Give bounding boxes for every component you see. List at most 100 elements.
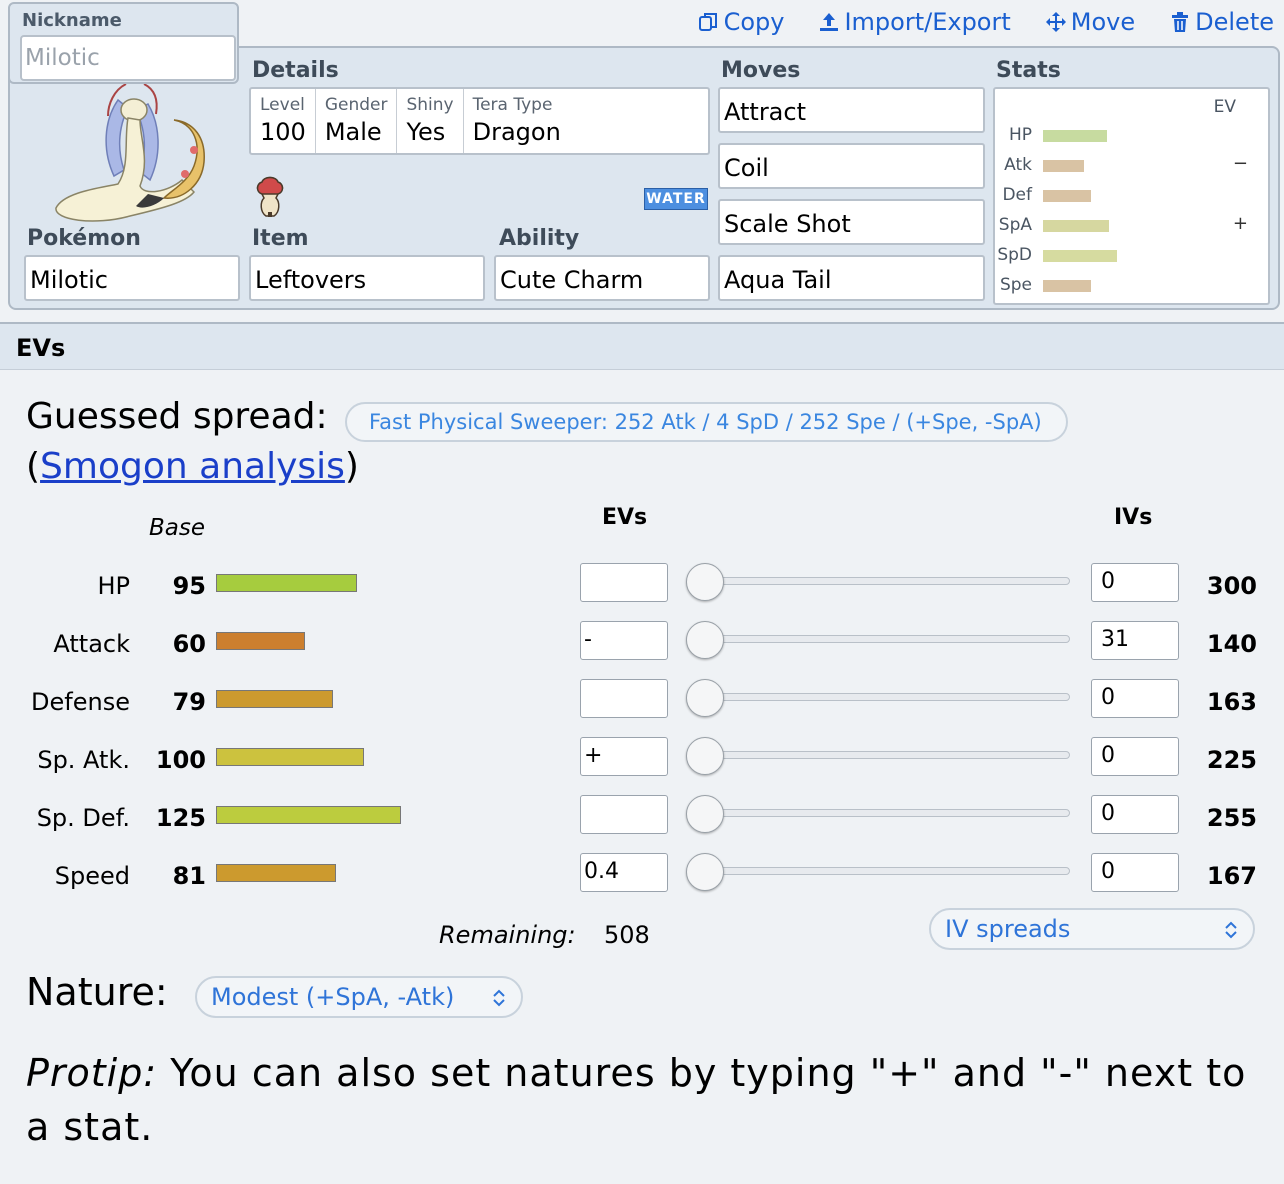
ev-slider-track-spdef[interactable] [690, 809, 1070, 817]
paren-close: ) [344, 446, 359, 487]
ev-slider-track-hp[interactable] [690, 577, 1070, 585]
nickname-label: Nickname [22, 10, 122, 31]
ev-input-spdef[interactable] [580, 795, 668, 834]
select-chevron-icon [1225, 921, 1237, 939]
nature-select[interactable]: Modest (+SpA, -Atk) [195, 976, 523, 1018]
stat-total-hp: 300 [1206, 572, 1257, 600]
stat-bar [1043, 130, 1107, 142]
details-label: Details [252, 58, 339, 83]
delete-button[interactable]: Delete [1169, 8, 1274, 36]
nature-mark: + [1232, 213, 1248, 234]
ev-input-spatk[interactable]: + [580, 737, 668, 776]
evs-section-title: EVs [16, 334, 66, 362]
ev-slider-track-defense[interactable] [690, 693, 1070, 701]
iv-input-defense[interactable]: 0 [1091, 679, 1179, 718]
ev-slider-thumb-spdef[interactable] [686, 795, 724, 833]
protip-text: Protip: You can also set natures by typi… [26, 1046, 1266, 1154]
evs-column-header: EVs [602, 505, 648, 530]
base-stat-bar [216, 864, 336, 882]
stat-name: SpA [998, 215, 1032, 235]
stat-name: HP [1008, 125, 1032, 145]
iv-input-speed[interactable]: 0 [1091, 853, 1179, 892]
ev-slider-thumb-defense[interactable] [686, 679, 724, 717]
ev-slider-thumb-hp[interactable] [686, 563, 724, 601]
ev-input-hp[interactable] [580, 563, 668, 602]
stat-name: Attack [53, 630, 130, 658]
stats-row-spa: SpA + [995, 213, 1268, 237]
base-stat-value: 125 [155, 804, 206, 832]
moves-label: Moves [721, 58, 801, 83]
milotic-sprite[interactable] [44, 80, 214, 230]
iv-spreads-select[interactable]: IV spreads [929, 908, 1255, 950]
set-toolbar: Copy Import/Export Move Delete [698, 8, 1274, 36]
tera-value: Dragon [472, 118, 561, 146]
base-stat-bar [216, 806, 401, 824]
ev-slider-track-spatk[interactable] [690, 751, 1070, 759]
type-badge-water: WATER [644, 188, 708, 210]
guessed-spread-button[interactable]: Fast Physical Sweeper: 252 Atk / 4 SpD /… [345, 402, 1068, 442]
copy-button[interactable]: Copy [698, 8, 784, 36]
move-2-input[interactable]: Coil [718, 143, 985, 189]
nature-label: Nature: [26, 970, 168, 1014]
stat-name: Atk [1004, 155, 1032, 175]
stat-name: SpD [997, 245, 1032, 265]
shiny-col: Shiny Yes [397, 89, 464, 153]
gender-value: Male [324, 118, 382, 146]
move-4-input[interactable]: Aqua Tail [718, 255, 985, 301]
tera-col: Tera Type Dragon [464, 89, 570, 153]
stat-total-speed: 167 [1206, 862, 1257, 890]
ev-slider-thumb-attack[interactable] [686, 621, 724, 659]
stat-name: Spe [999, 275, 1032, 295]
ev-slider-thumb-speed[interactable] [686, 853, 724, 891]
stat-bar [1043, 160, 1084, 172]
stats-row-atk: Atk − [995, 153, 1268, 177]
ability-input[interactable]: Cute Charm [494, 255, 710, 301]
move-1-input[interactable]: Attract [718, 87, 985, 133]
ev-input-attack[interactable]: - [580, 621, 668, 660]
base-stat-value: 79 [172, 688, 206, 716]
copy-icon [698, 13, 717, 31]
stats-summary-button[interactable]: EV HP Atk − Def SpA + SpD Spe [993, 87, 1270, 305]
trash-icon [1172, 12, 1189, 32]
stat-bar [1043, 190, 1091, 202]
ev-slider-track-speed[interactable] [690, 867, 1070, 875]
stat-name: HP [97, 572, 130, 600]
ev-input-speed[interactable]: 0.4 [580, 853, 668, 892]
nickname-input[interactable]: Milotic [20, 35, 236, 81]
upload-icon [820, 13, 839, 31]
smogon-analysis-link[interactable]: Smogon analysis [40, 446, 345, 487]
level-label: Level [260, 95, 305, 115]
stats-row-spe: Spe [995, 273, 1268, 297]
base-stat-value: 95 [172, 572, 206, 600]
stats-row-def: Def [995, 183, 1268, 207]
nature-value: Modest (+SpA, -Atk) [211, 983, 455, 1011]
shiny-label: Shiny [406, 95, 454, 115]
remaining-value: 508 [604, 921, 650, 949]
iv-input-spdef[interactable]: 0 [1091, 795, 1179, 834]
base-header: Base [149, 515, 206, 541]
pokemon-input[interactable]: Milotic [24, 255, 240, 301]
stat-bar [1043, 250, 1117, 262]
nature-mark: − [1232, 153, 1248, 174]
stat-total-defense: 163 [1206, 688, 1257, 716]
nickname-box: Nickname Milotic [8, 2, 239, 84]
ev-input-defense[interactable] [580, 679, 668, 718]
move-button[interactable]: Move [1045, 8, 1135, 36]
ev-slider-thumb-spatk[interactable] [686, 737, 724, 775]
details-box[interactable]: Level 100 Gender Male Shiny Yes Tera Typ… [249, 87, 710, 155]
item-input[interactable]: Leftovers [249, 255, 485, 301]
leftovers-icon [256, 176, 284, 217]
ev-slider-track-attack[interactable] [690, 635, 1070, 643]
ivs-column-header: IVs [1114, 505, 1153, 530]
smogon-line: (Smogon analysis) [26, 446, 359, 487]
ev-header: EV [1213, 97, 1236, 117]
base-stat-bar [216, 690, 333, 708]
move-3-input[interactable]: Scale Shot [718, 199, 985, 245]
stat-total-attack: 140 [1206, 630, 1257, 658]
iv-input-hp[interactable]: 0 [1091, 563, 1179, 602]
import-export-button[interactable]: Import/Export [818, 8, 1011, 36]
stat-total-spdef: 255 [1206, 804, 1257, 832]
iv-input-spatk[interactable]: 0 [1091, 737, 1179, 776]
base-stat-value: 100 [155, 746, 206, 774]
iv-input-attack[interactable]: 31 [1091, 621, 1179, 660]
